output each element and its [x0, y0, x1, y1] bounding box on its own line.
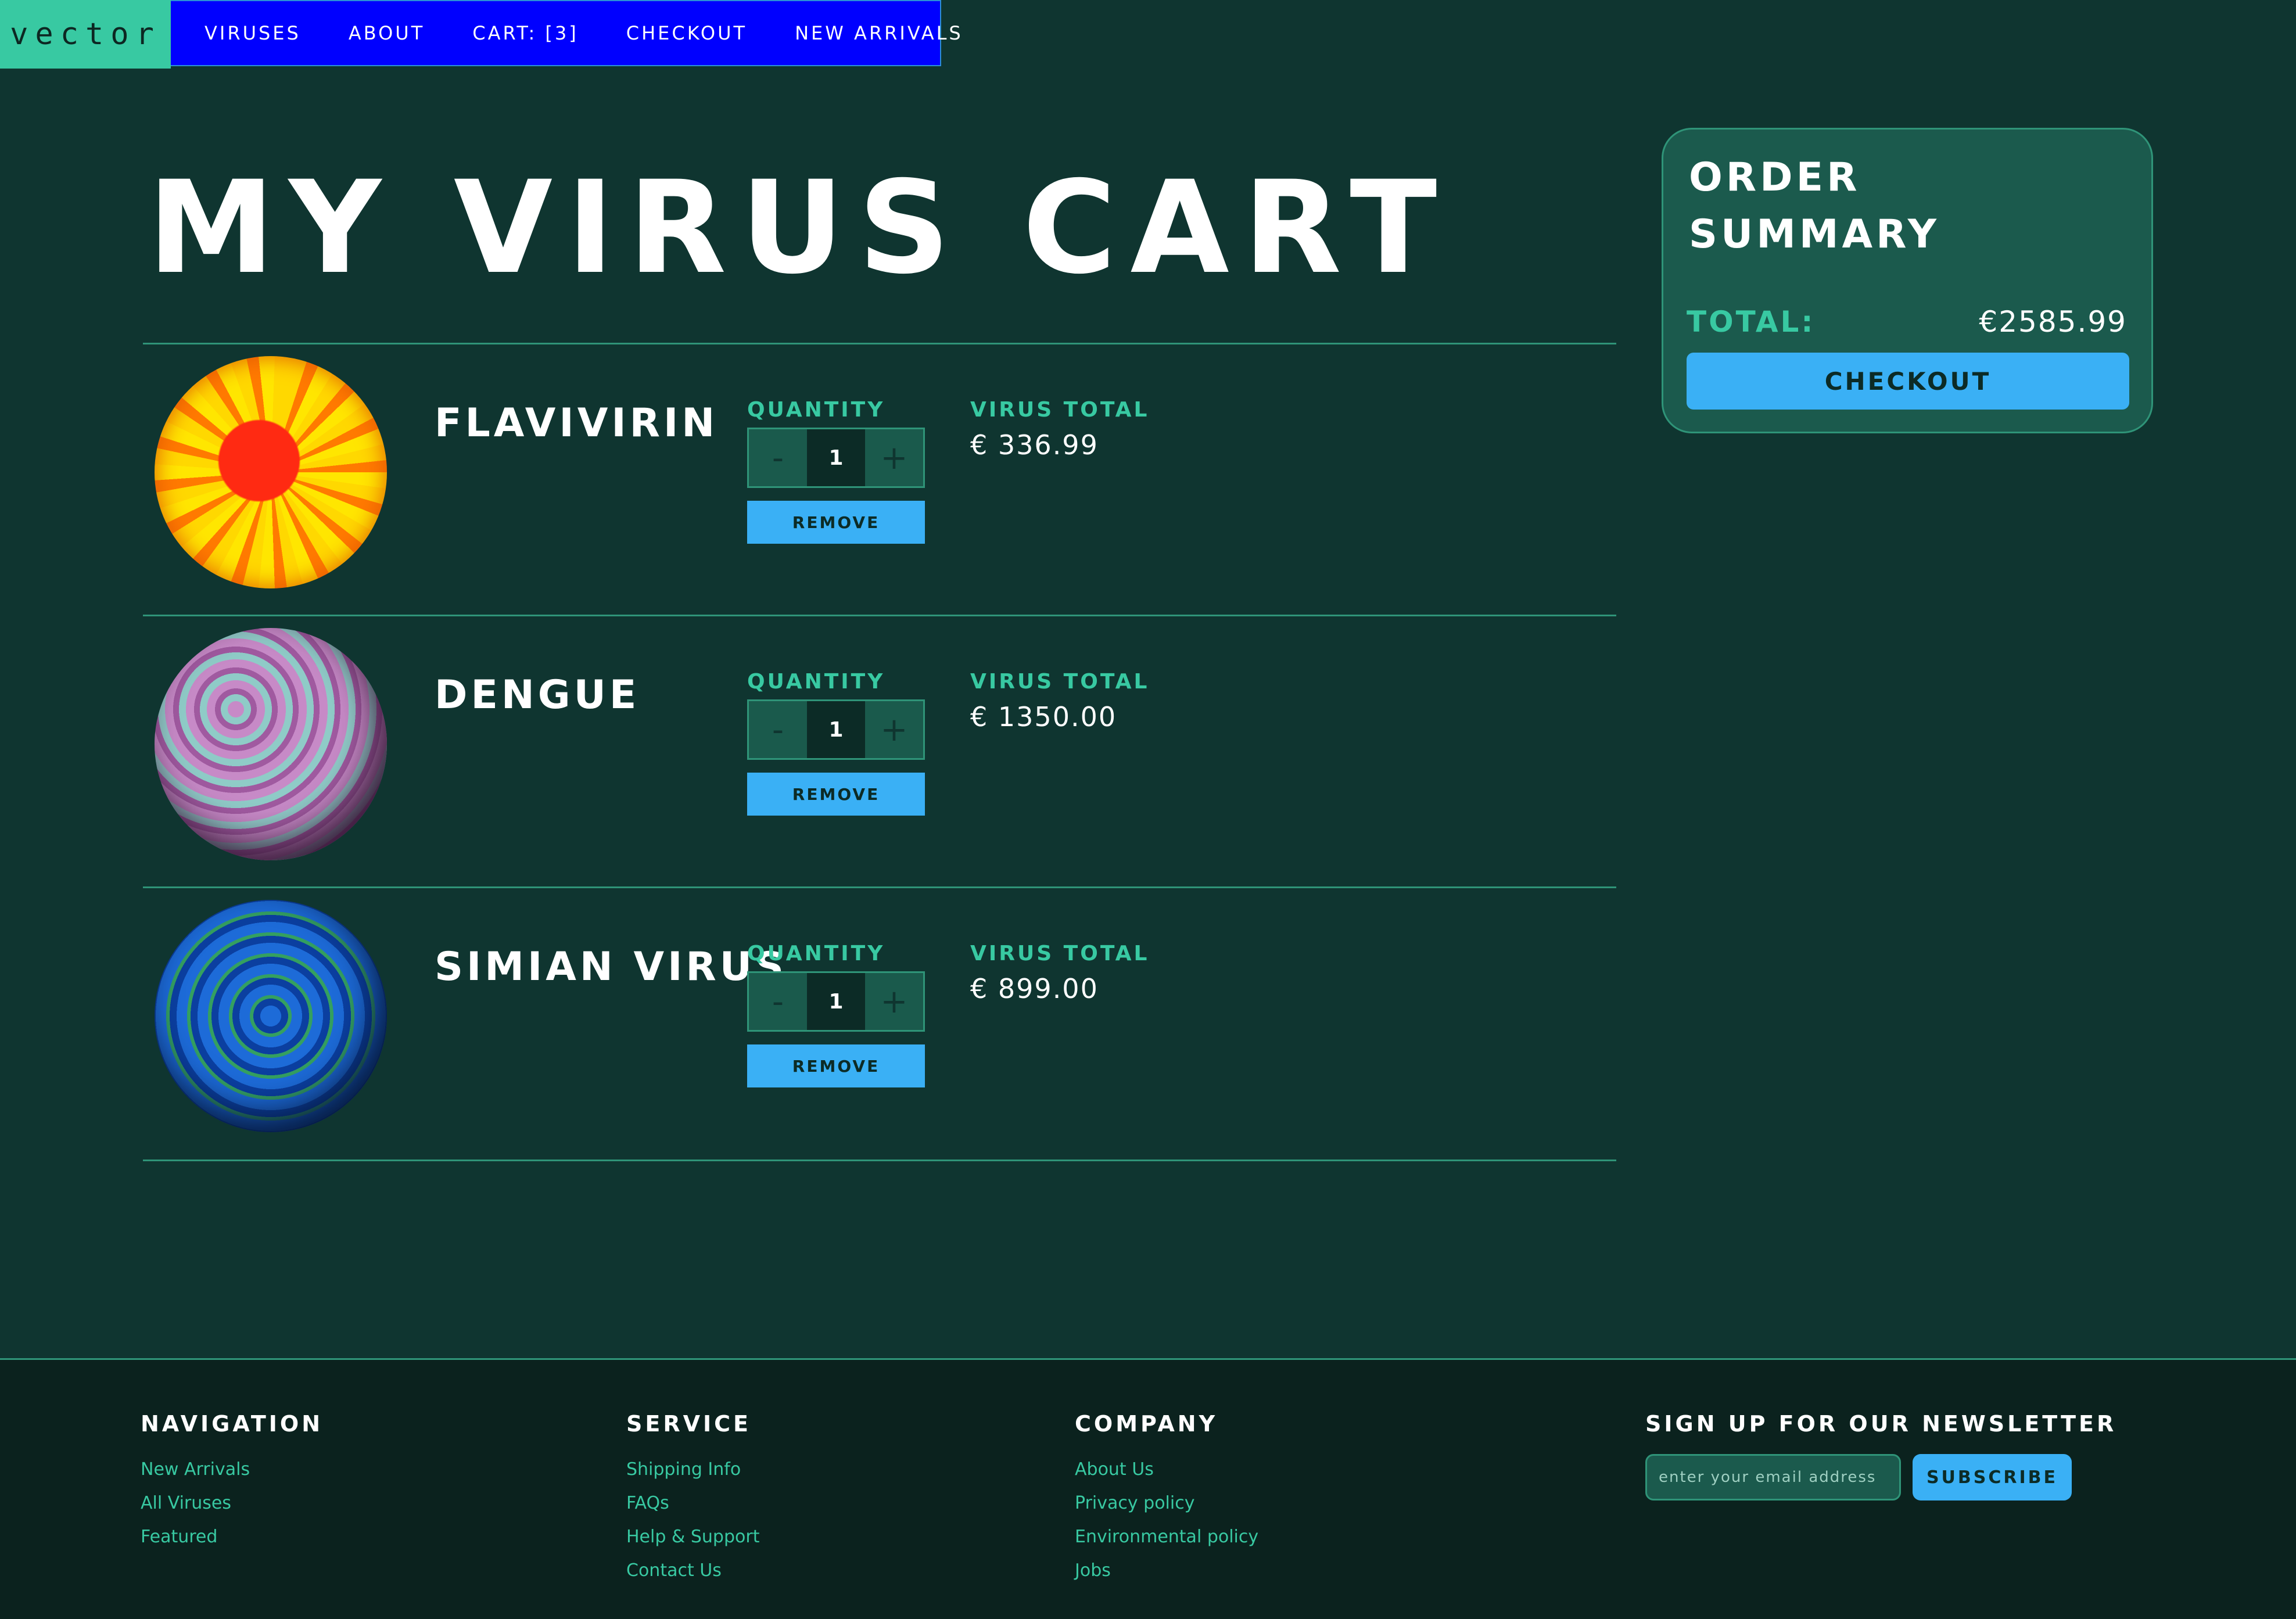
footer: NAVIGATION New Arrivals All Viruses Feat… [0, 1358, 2296, 1619]
remove-button[interactable]: REMOVE [747, 501, 925, 544]
virus-total-label: VIRUS TOTAL [970, 670, 1150, 694]
nav-link-cart[interactable]: CART: [3] [472, 22, 578, 44]
virus-total-label: VIRUS TOTAL [970, 398, 1150, 422]
virus-name: FLAVIVIRIN [435, 400, 719, 446]
virus-total-value: € 336.99 [970, 429, 1099, 461]
quantity-value[interactable]: 1 [807, 701, 865, 758]
footer-link-help-support[interactable]: Help & Support [626, 1520, 759, 1554]
nav-link-viruses[interactable]: VIRUSES [205, 22, 301, 44]
increment-button[interactable]: + [865, 429, 923, 486]
nav-link-new-arrivals[interactable]: NEW ARRIVALS [795, 22, 963, 44]
nav-link-about[interactable]: ABOUT [349, 22, 425, 44]
subscribe-button[interactable]: SUBSCRIBE [1913, 1454, 2072, 1500]
footer-heading: NAVIGATION [141, 1411, 323, 1437]
footer-link-environmental-policy[interactable]: Environmental policy [1075, 1520, 1258, 1554]
quantity-value[interactable]: 1 [807, 973, 865, 1030]
nav-link-checkout[interactable]: CHECKOUT [626, 22, 747, 44]
footer-navigation-column: NAVIGATION New Arrivals All Viruses Feat… [141, 1411, 323, 1554]
quantity-stepper: - 1 + [747, 971, 925, 1032]
footer-link-featured[interactable]: Featured [141, 1520, 323, 1554]
footer-link-shipping-info[interactable]: Shipping Info [626, 1453, 759, 1487]
order-summary-title: ORDER SUMMARY [1689, 155, 1940, 257]
virus-name: DENGUE [435, 672, 640, 718]
order-summary-card: ORDER SUMMARY TOTAL: €2585.99 CHECKOUT [1662, 128, 2153, 433]
footer-link-all-viruses[interactable]: All Viruses [141, 1487, 323, 1520]
footer-link-faqs[interactable]: FAQs [626, 1487, 759, 1520]
decrement-button[interactable]: - [749, 973, 807, 1030]
decrement-button[interactable]: - [749, 701, 807, 758]
quantity-label: QUANTITY [747, 398, 885, 422]
remove-button[interactable]: REMOVE [747, 1044, 925, 1087]
footer-service-column: SERVICE Shipping Info FAQs Help & Suppor… [626, 1411, 759, 1588]
virus-image-dengue [155, 628, 387, 860]
quantity-stepper: - 1 + [747, 699, 925, 760]
footer-link-contact-us[interactable]: Contact Us [626, 1554, 759, 1588]
increment-button[interactable]: + [865, 701, 923, 758]
cart-item: DENGUE QUANTITY - 1 + REMOVE VIRUS TOTAL… [143, 615, 1616, 886]
total-value: €2585.99 [1979, 305, 2127, 339]
cart-list: FLAVIVIRIN QUANTITY - 1 + REMOVE VIRUS T… [143, 343, 1616, 1161]
footer-heading: COMPANY [1075, 1411, 1218, 1437]
increment-button[interactable]: + [865, 973, 923, 1030]
cart-item: FLAVIVIRIN QUANTITY - 1 + REMOVE VIRUS T… [143, 343, 1616, 615]
virus-image-simian-virus [155, 900, 387, 1132]
footer-link-about-us[interactable]: About Us [1075, 1453, 1258, 1487]
quantity-value[interactable]: 1 [807, 429, 865, 486]
page-title: MY VIRUS CART [148, 153, 1451, 302]
quantity-stepper: - 1 + [747, 428, 925, 488]
cart-item: SIMIAN VIRUS QUANTITY - 1 + REMOVE VIRUS… [143, 886, 1616, 1161]
footer-link-privacy-policy[interactable]: Privacy policy [1075, 1487, 1258, 1520]
footer-heading: SERVICE [626, 1411, 751, 1437]
footer-link-new-arrivals[interactable]: New Arrivals [141, 1453, 323, 1487]
newsletter-heading: SIGN UP FOR OUR NEWSLETTER [1645, 1411, 2117, 1437]
quantity-label: QUANTITY [747, 942, 885, 965]
remove-button[interactable]: REMOVE [747, 773, 925, 816]
virus-total-value: € 1350.00 [970, 701, 1117, 733]
brand-logo[interactable]: vector [0, 0, 171, 69]
newsletter-email-input[interactable] [1645, 1454, 1901, 1500]
top-navigation: vector VIRUSES ABOUT CART: [3] CHECKOUT … [0, 0, 961, 69]
decrement-button[interactable]: - [749, 429, 807, 486]
footer-newsletter-column: SIGN UP FOR OUR NEWSLETTER [1645, 1411, 2116, 1453]
virus-total-value: € 899.00 [970, 973, 1099, 1004]
checkout-button[interactable]: CHECKOUT [1687, 353, 2129, 410]
total-label: TOTAL: [1687, 305, 1816, 339]
quantity-label: QUANTITY [747, 670, 885, 694]
virus-total-label: VIRUS TOTAL [970, 942, 1150, 965]
virus-image-flavivirin [155, 356, 387, 588]
footer-link-jobs[interactable]: Jobs [1075, 1554, 1258, 1588]
nav-links: VIRUSES ABOUT CART: [3] CHECKOUT NEW ARR… [171, 0, 961, 66]
virus-name: SIMIAN VIRUS [435, 944, 787, 990]
footer-company-column: COMPANY About Us Privacy policy Environm… [1075, 1411, 1258, 1588]
